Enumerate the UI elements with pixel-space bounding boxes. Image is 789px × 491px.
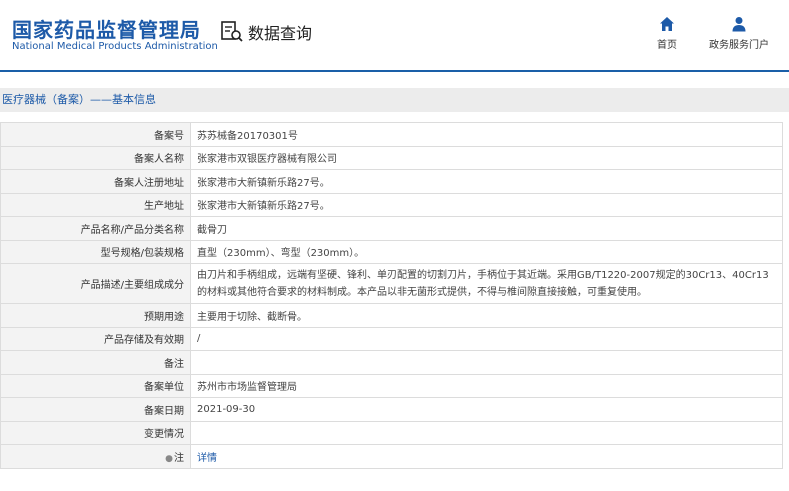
field-value: / (190, 326, 783, 351)
table-row: 备注 (0, 350, 783, 375)
details-link[interactable]: 详情 (197, 453, 217, 464)
table-row: 型号规格/包装规格 直型（230mm）、弯型（230mm）。 (0, 239, 783, 264)
field-value: 张家港市大新镇新乐路27号。 (190, 192, 783, 217)
document-search-icon (221, 21, 243, 42)
field-label: 型号规格/包装规格 (0, 239, 191, 264)
field-value (190, 350, 783, 375)
table-row: 备案人名称 张家港市双银医疗器械有限公司 (0, 145, 783, 170)
field-value: 截骨刀 (190, 216, 783, 241)
table-row: 生产地址 张家港市大新镇新乐路27号。 (0, 192, 783, 217)
field-label: 生产地址 (0, 192, 191, 217)
field-value: 2021-09-30 (190, 397, 783, 422)
table-row: 备案单位 苏州市市场监督管理局 (0, 373, 783, 398)
home-icon (660, 17, 674, 31)
field-label: 产品描述/主要组成成分 (0, 263, 191, 304)
table-row: 备案日期 2021-09-30 (0, 397, 783, 422)
table-row: 备案人注册地址 张家港市大新镇新乐路27号。 (0, 169, 783, 194)
table-row: 备案号 苏苏械备20170301号 (0, 122, 783, 147)
field-value: 苏州市市场监督管理局 (190, 373, 783, 398)
nav-home-label: 首页 (657, 40, 677, 51)
table-row: ●注 详情 (0, 444, 783, 469)
nav-gov-label: 政务服务门户 (709, 40, 769, 51)
table-row: 产品描述/主要组成成分 由刀片和手柄组成，远端有坚硬、锋利、单刃配置的切割刀片，… (0, 263, 783, 304)
field-label: 备案号 (0, 122, 191, 147)
table-row: 变更情况 (0, 420, 783, 445)
table-row: 产品名称/产品分类名称 截骨刀 (0, 216, 783, 241)
field-value: 张家港市双银医疗器械有限公司 (190, 145, 783, 170)
note-label-cell: ●注 (0, 444, 191, 469)
breadcrumb: 医疗器械（备案）——基本信息 (0, 88, 789, 112)
field-label: 产品存储及有效期 (0, 326, 191, 351)
field-label: 备案单位 (0, 373, 191, 398)
field-value: 直型（230mm）、弯型（230mm）。 (190, 239, 783, 264)
field-label: 注 (174, 452, 184, 464)
user-icon (732, 17, 746, 32)
field-value: 张家港市大新镇新乐路27号。 (190, 169, 783, 194)
data-query-title: 数据查询 (220, 20, 312, 44)
site-header: 国家药品监督管理局 National Medical Products Admi… (0, 0, 789, 72)
field-label: 备注 (0, 350, 191, 375)
field-label: 备案人名称 (0, 145, 191, 170)
data-query-label: 数据查询 (248, 24, 313, 43)
nav-home[interactable]: 首页 (652, 16, 682, 51)
field-value: 苏苏械备20170301号 (190, 122, 783, 147)
field-label: 预期用途 (0, 303, 191, 328)
field-label: 变更情况 (0, 420, 191, 445)
field-value (190, 420, 783, 445)
field-value: 主要用于切除、截断骨。 (190, 303, 783, 328)
field-label: 备案人注册地址 (0, 169, 191, 194)
field-label: 产品名称/产品分类名称 (0, 216, 191, 241)
record-detail-table: 备案号 苏苏械备20170301号 备案人名称 张家港市双银医疗器械有限公司 备… (0, 122, 783, 469)
field-label: 备案日期 (0, 397, 191, 422)
nav-gov-portal[interactable]: 政务服务门户 (704, 16, 774, 51)
table-row: 预期用途 主要用于切除、截断骨。 (0, 303, 783, 328)
bulb-icon: ● (165, 453, 173, 464)
field-value: 由刀片和手柄组成，远端有坚硬、锋利、单刃配置的切割刀片，手柄位于其近端。采用GB… (190, 263, 783, 304)
site-logo-cn[interactable]: 国家药品监督管理局 (12, 14, 201, 43)
site-logo-en[interactable]: National Medical Products Administration (12, 41, 218, 52)
table-row: 产品存储及有效期 / (0, 326, 783, 351)
field-value: 详情 (190, 444, 783, 469)
